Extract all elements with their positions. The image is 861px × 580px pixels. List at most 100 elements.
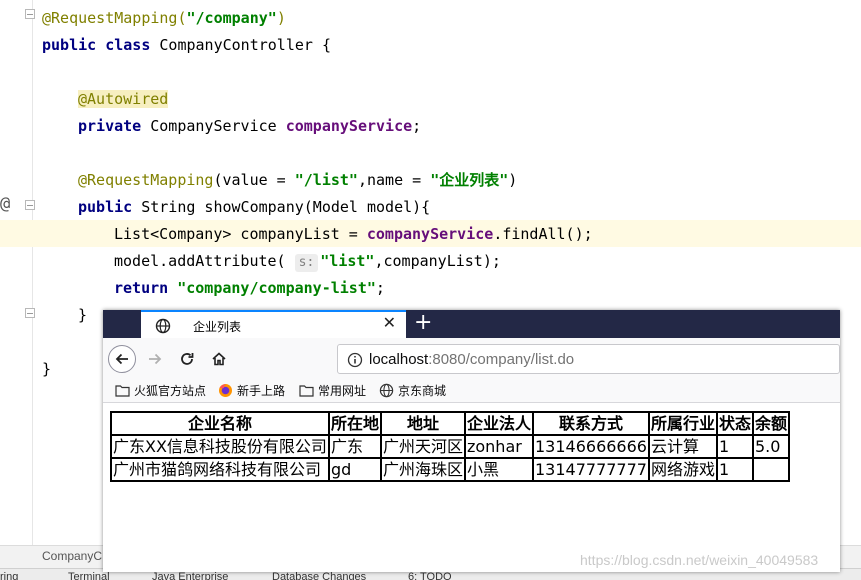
col-header: 所在地 — [328, 412, 381, 435]
code-token: ) — [508, 171, 518, 189]
table-cell: 广东XX信息科技股份有限公司 — [111, 435, 329, 458]
code-line[interactable]: public String showCompany(Model model){ — [78, 194, 430, 221]
url-text[interactable]: localhost:8080/company/list.do — [369, 351, 574, 368]
bookmarks-toolbar: 火狐官方站点 新手上路 常用网址 京东商城 — [103, 378, 840, 403]
firefox-logo-icon — [219, 384, 232, 397]
code-token: "/company" — [186, 9, 277, 27]
bookmark-common-sites[interactable]: 常用网址 — [299, 382, 366, 399]
table-header-row: 企业名称 所在地 地址 企业法人 联系方式 所属行业 状态 余额 — [111, 412, 790, 435]
code-token: ) — [276, 9, 286, 27]
code-line[interactable]: } — [42, 356, 51, 383]
code-token: String showCompany(Model model){ — [141, 198, 431, 216]
table-row: 广州市猫鸽网络科技有限公司 gd 广州海珠区 小黑 13147777777 网络… — [111, 458, 790, 481]
override-at-icon[interactable]: @ — [0, 193, 10, 215]
code-line[interactable]: @Autowired — [78, 86, 169, 113]
col-header: 企业法人 — [464, 412, 533, 435]
code-token: private — [78, 117, 151, 135]
col-header: 企业名称 — [111, 412, 329, 435]
table-row: 广东XX信息科技股份有限公司 广东 广州天河区 zonhar 131466666… — [111, 435, 790, 458]
new-tab-icon[interactable]: + — [414, 311, 432, 335]
code-line[interactable]: private CompanyService companyService; — [78, 113, 421, 140]
breadcrumb-class[interactable]: CompanyC — [42, 549, 102, 563]
code-token: "/list" — [294, 171, 358, 189]
table-cell: 1 — [716, 435, 753, 458]
col-header: 所属行业 — [648, 412, 717, 435]
code-line[interactable]: return "company/company-list"; — [114, 275, 385, 302]
folder-icon — [115, 385, 130, 397]
table-cell — [753, 458, 790, 481]
url-bar[interactable]: localhost:8080/company/list.do — [337, 344, 840, 374]
globe-icon — [379, 383, 394, 398]
col-header: 状态 — [716, 412, 753, 435]
code-line[interactable]: model.addAttribute( s: "list",companyList… — [114, 248, 501, 275]
code-line[interactable]: List<Company> companyList = companyServi… — [114, 221, 593, 248]
page-content: 企业名称 所在地 地址 企业法人 联系方式 所属行业 状态 余额 广东XX信息科… — [103, 403, 840, 572]
tab-bar: 企业列表 ✕ + — [103, 310, 840, 338]
parameter-hint: s: — [294, 254, 319, 272]
forward-button[interactable] — [141, 345, 169, 373]
arrow-left-icon — [115, 353, 128, 365]
url-host: localhost — [369, 351, 429, 368]
tab-title: 企业列表 — [193, 320, 242, 334]
code-token: (value = — [213, 171, 295, 189]
code-token: "list" — [320, 252, 375, 270]
table-cell: 13146666666 — [532, 435, 649, 458]
code-line[interactable]: } — [78, 302, 87, 329]
fold-marker-icon[interactable] — [25, 200, 35, 210]
code-token: ; — [375, 279, 385, 297]
table-cell: 广州市猫鸽网络科技有限公司 — [111, 458, 329, 481]
arrow-right-icon — [149, 353, 162, 365]
col-header: 余额 — [753, 412, 790, 435]
col-header: 地址 — [380, 412, 465, 435]
code-token: public class — [42, 36, 160, 54]
code-token: companyService — [366, 225, 494, 243]
code-token: .findAll(); — [493, 225, 593, 243]
info-icon[interactable] — [347, 352, 363, 373]
code-token: "company/company-list" — [177, 279, 376, 297]
fold-marker-icon[interactable] — [25, 9, 35, 19]
navigation-toolbar: localhost:8080/company/list.do — [103, 338, 840, 378]
code-token: } — [42, 360, 52, 378]
editor-gutter — [0, 0, 33, 545]
table-cell: 1 — [716, 458, 753, 481]
back-button[interactable] — [108, 345, 136, 373]
code-line[interactable]: @RequestMapping("/company") — [42, 5, 286, 32]
code-token: companyService — [285, 117, 413, 135]
reload-icon — [181, 353, 194, 365]
reload-button[interactable] — [173, 345, 201, 373]
table-cell: 5.0 — [753, 435, 790, 458]
code-line[interactable]: public class CompanyController { — [42, 32, 331, 59]
browser-tab[interactable]: 企业列表 ✕ — [141, 310, 406, 338]
company-table: 企业名称 所在地 地址 企业法人 联系方式 所属行业 状态 余额 广东XX信息科… — [110, 411, 791, 482]
bookmark-label: 常用网址 — [318, 384, 367, 398]
col-header: 联系方式 — [532, 412, 649, 435]
table-cell: 广东 — [328, 435, 381, 458]
bookmark-label: 火狐官方站点 — [134, 384, 207, 398]
fold-marker-icon[interactable] — [25, 308, 35, 318]
table-cell: 小黑 — [464, 458, 533, 481]
home-button[interactable] — [205, 345, 233, 373]
table-cell: 13147777777 — [532, 458, 649, 481]
code-line[interactable]: @RequestMapping(value = "/list",name = "… — [78, 167, 517, 194]
code-token: ,companyList); — [374, 252, 501, 270]
code-token: @RequestMapping( — [42, 9, 187, 27]
code-token: @Autowired — [78, 90, 169, 108]
code-token: } — [78, 306, 88, 324]
code-token: ; — [412, 117, 422, 135]
table-cell: gd — [328, 458, 381, 481]
table-cell: zonhar — [464, 435, 533, 458]
code-token: model.addAttribute( — [114, 252, 295, 270]
folder-icon — [299, 385, 314, 397]
code-token: CompanyService — [150, 117, 286, 135]
bookmark-label: 京东商城 — [398, 384, 447, 398]
globe-icon — [155, 318, 171, 339]
table-cell: 网络游戏 — [648, 458, 717, 481]
table-cell: 广州天河区 — [380, 435, 465, 458]
bookmark-firefox-site[interactable]: 火狐官方站点 — [115, 382, 206, 399]
bookmark-getting-started[interactable]: 新手上路 — [218, 382, 285, 399]
home-icon — [212, 352, 226, 366]
bookmark-label: 新手上路 — [237, 384, 286, 398]
code-token: List<Company> companyList = — [114, 225, 367, 243]
close-icon[interactable]: ✕ — [383, 315, 396, 333]
bookmark-jd[interactable]: 京东商城 — [379, 382, 446, 399]
